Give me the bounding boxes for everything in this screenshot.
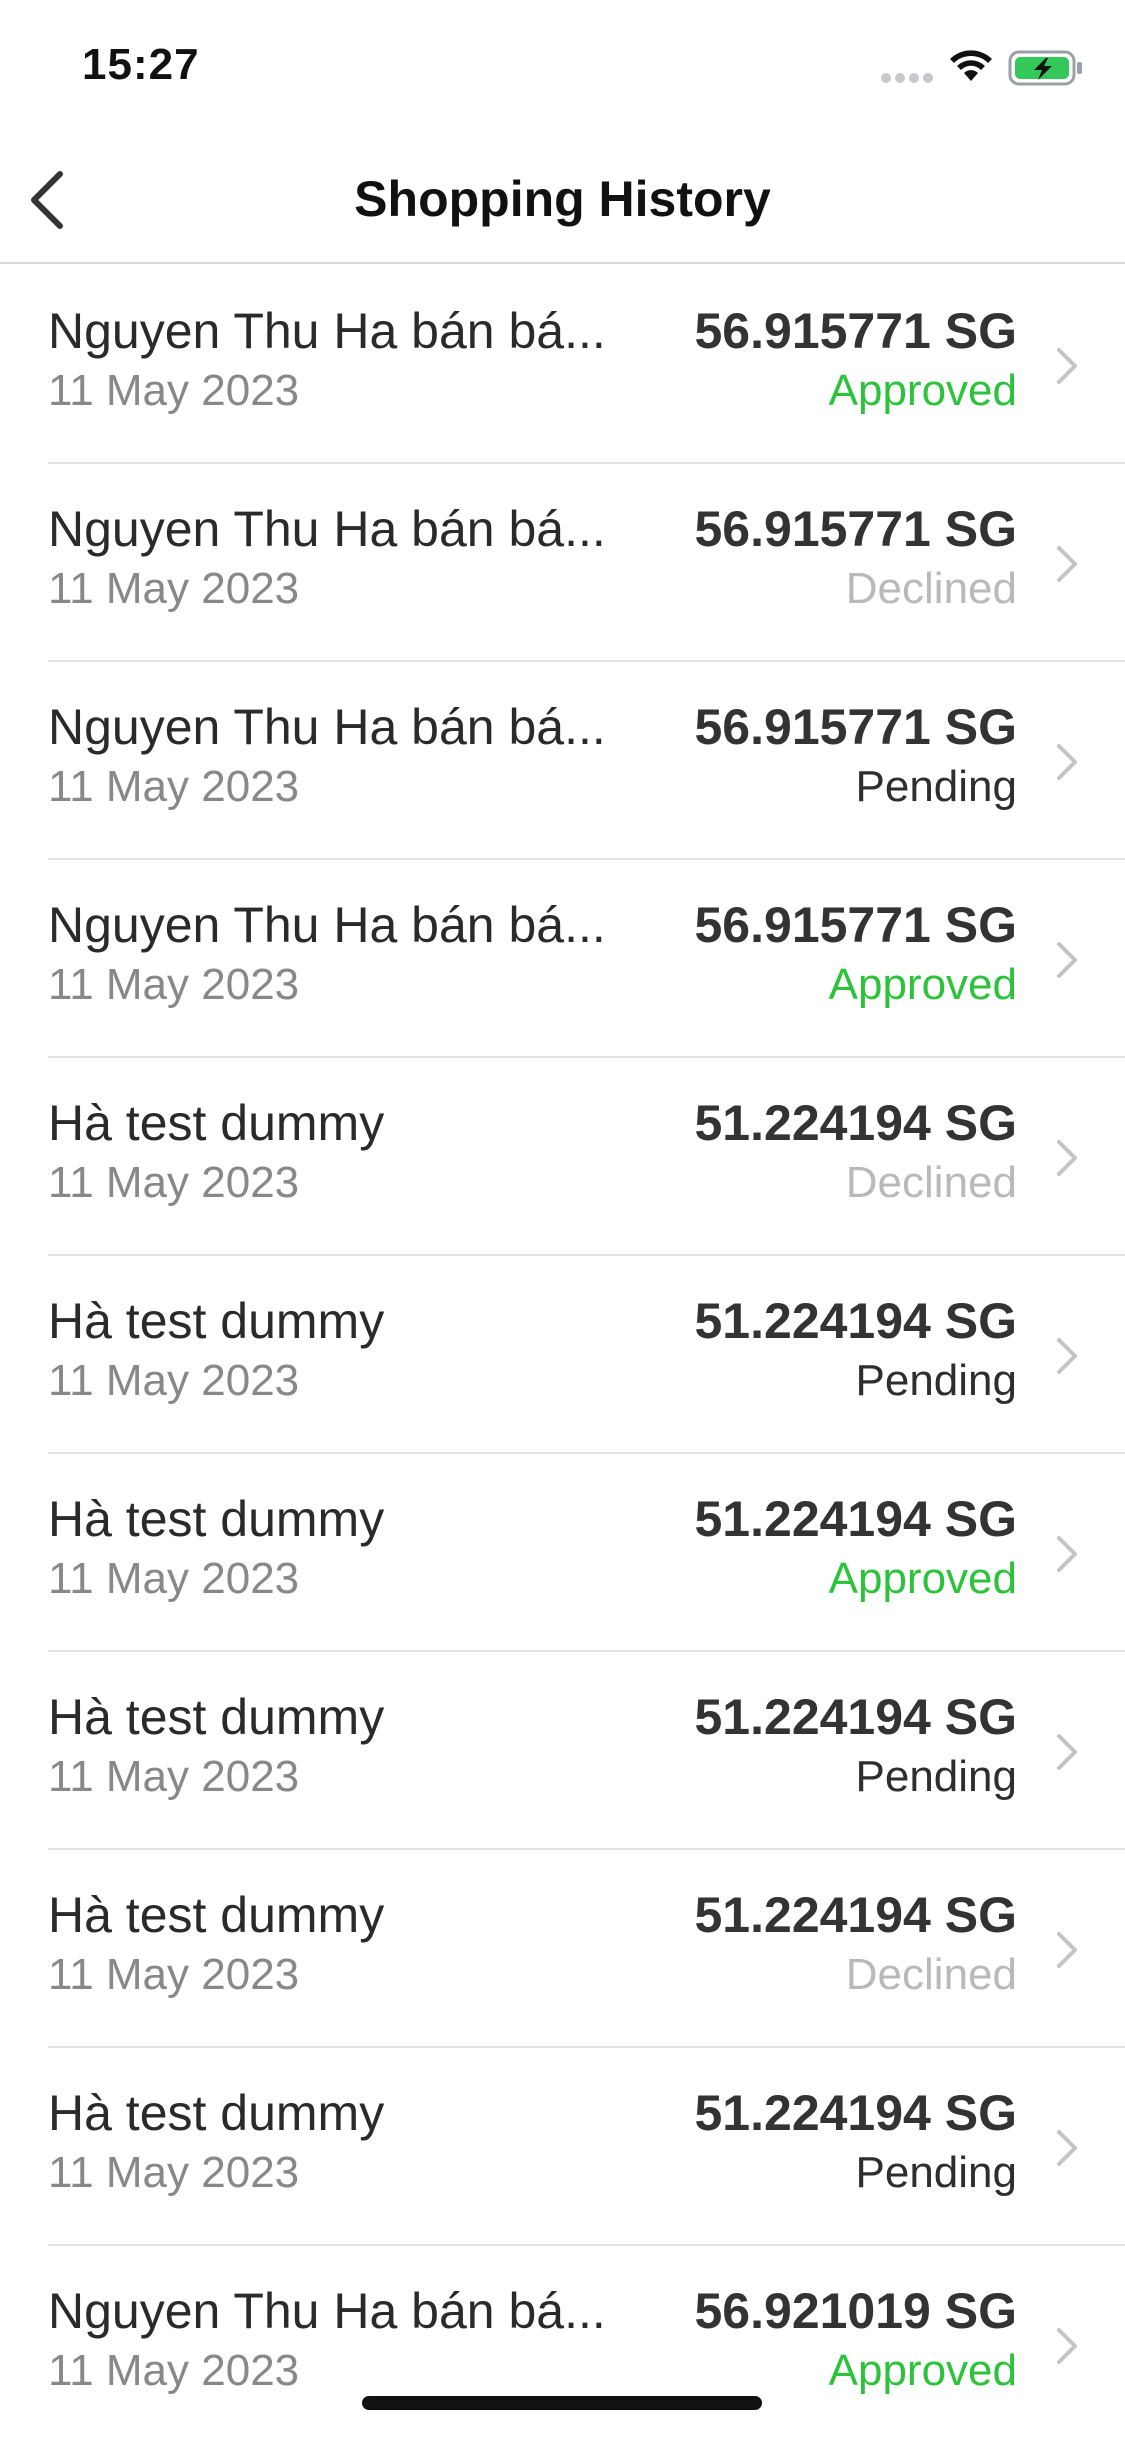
chevron-right-icon xyxy=(1057,1536,1077,1572)
page-title: Shopping History xyxy=(354,171,771,227)
item-name: Hà test dummy xyxy=(48,2085,385,2141)
item-amount: 51.224194 SG xyxy=(694,2085,1018,2141)
history-list-item[interactable]: Hà test dummy 11 May 2023 51.224194 SG Pend… xyxy=(0,2048,1125,2246)
wifi-icon xyxy=(948,50,994,84)
item-name: Hà test dummy xyxy=(48,1887,385,1943)
item-date: 11 May 2023 xyxy=(48,1752,300,1801)
item-name: Hà test dummy xyxy=(48,1095,385,1151)
item-amount: 51.224194 SG xyxy=(694,1491,1018,1547)
item-date: 11 May 2023 xyxy=(48,2346,300,2395)
item-date: 11 May 2023 xyxy=(48,960,300,1009)
chevron-right-icon xyxy=(1057,942,1077,978)
item-name: Hà test dummy xyxy=(48,1293,385,1349)
history-list-item[interactable]: Nguyen Thu Ha bán bá... 11 May 2023 56.921… xyxy=(0,2246,1125,2444)
item-name: Nguyen Thu Ha bán bá... xyxy=(48,2283,606,2339)
status-bar: 15:27 xyxy=(0,0,1125,140)
item-name: Hà test dummy xyxy=(48,1491,385,1547)
navigation-bar: Shopping History xyxy=(0,140,1125,264)
item-status-badge: Pending xyxy=(855,1356,1017,1405)
item-amount: 51.224194 SG xyxy=(694,1689,1018,1745)
item-amount: 56.915771 SG xyxy=(694,501,1018,557)
chevron-right-icon xyxy=(1057,2130,1077,2166)
item-amount: 51.224194 SG xyxy=(694,1887,1018,1943)
chevron-right-icon xyxy=(1057,744,1077,780)
item-status-badge: Pending xyxy=(855,762,1017,811)
item-name: Nguyen Thu Ha bán bá... xyxy=(48,303,606,359)
item-date: 11 May 2023 xyxy=(48,762,300,811)
item-amount: 56.921019 SG xyxy=(694,2283,1018,2339)
history-list-item[interactable]: Hà test dummy 11 May 2023 51.224194 SG Decl… xyxy=(0,1850,1125,2048)
item-date: 11 May 2023 xyxy=(48,2148,300,2197)
shopping-history-list: Nguyen Thu Ha bán bá... 11 May 2023 56.915… xyxy=(0,266,1125,2444)
history-list-item[interactable]: Hà test dummy 11 May 2023 51.224194 SG Pend… xyxy=(0,1652,1125,1850)
item-date: 11 May 2023 xyxy=(48,1356,300,1405)
home-indicator xyxy=(362,2396,762,2410)
history-list-item[interactable]: Hà test dummy 11 May 2023 51.224194 SG Decl… xyxy=(0,1058,1125,1256)
chevron-right-icon xyxy=(1057,1140,1077,1176)
item-amount: 51.224194 SG xyxy=(694,1293,1018,1349)
item-status-badge: Approved xyxy=(828,366,1017,415)
item-name: Nguyen Thu Ha bán bá... xyxy=(48,699,606,755)
item-date: 11 May 2023 xyxy=(48,1950,300,1999)
item-status-badge: Pending xyxy=(855,1752,1017,1801)
chevron-right-icon xyxy=(1057,348,1077,384)
item-amount: 56.915771 SG xyxy=(694,699,1018,755)
chevron-right-icon xyxy=(1057,546,1077,582)
item-amount: 56.915771 SG xyxy=(694,303,1018,359)
chevron-right-icon xyxy=(1057,2328,1077,2364)
item-name: Nguyen Thu Ha bán bá... xyxy=(48,501,606,557)
item-status-badge: Declined xyxy=(845,1158,1017,1207)
item-date: 11 May 2023 xyxy=(48,366,300,415)
chevron-right-icon xyxy=(1057,1932,1077,1968)
signal-dots-icon xyxy=(880,72,936,84)
item-status-badge: Declined xyxy=(845,1950,1017,1999)
item-name: Hà test dummy xyxy=(48,1689,385,1745)
chevron-right-icon xyxy=(1057,1734,1077,1770)
history-list-item[interactable]: Hà test dummy 11 May 2023 51.224194 SG Appr… xyxy=(0,1454,1125,1652)
item-status-badge: Approved xyxy=(828,2346,1017,2395)
item-status-badge: Pending xyxy=(855,2148,1017,2197)
history-list-item[interactable]: Nguyen Thu Ha bán bá... 11 May 2023 56.915… xyxy=(0,662,1125,860)
item-date: 11 May 2023 xyxy=(48,1554,300,1603)
item-amount: 56.915771 SG xyxy=(694,897,1018,953)
item-status-badge: Approved xyxy=(828,1554,1017,1603)
status-time: 15:27 xyxy=(82,40,200,89)
item-status-badge: Declined xyxy=(845,564,1017,613)
item-date: 11 May 2023 xyxy=(48,564,300,613)
item-amount: 51.224194 SG xyxy=(694,1095,1018,1151)
battery-charging-icon xyxy=(1008,50,1084,86)
history-list-item[interactable]: Nguyen Thu Ha bán bá... 11 May 2023 56.915… xyxy=(0,464,1125,662)
history-list-item[interactable]: Nguyen Thu Ha bán bá... 11 May 2023 56.915… xyxy=(0,266,1125,464)
history-list-item[interactable]: Nguyen Thu Ha bán bá... 11 May 2023 56.915… xyxy=(0,860,1125,1058)
chevron-right-icon xyxy=(1057,1338,1077,1374)
history-list-item[interactable]: Hà test dummy 11 May 2023 51.224194 SG Pend… xyxy=(0,1256,1125,1454)
item-date: 11 May 2023 xyxy=(48,1158,300,1207)
item-name: Nguyen Thu Ha bán bá... xyxy=(48,897,606,953)
item-status-badge: Approved xyxy=(828,960,1017,1009)
